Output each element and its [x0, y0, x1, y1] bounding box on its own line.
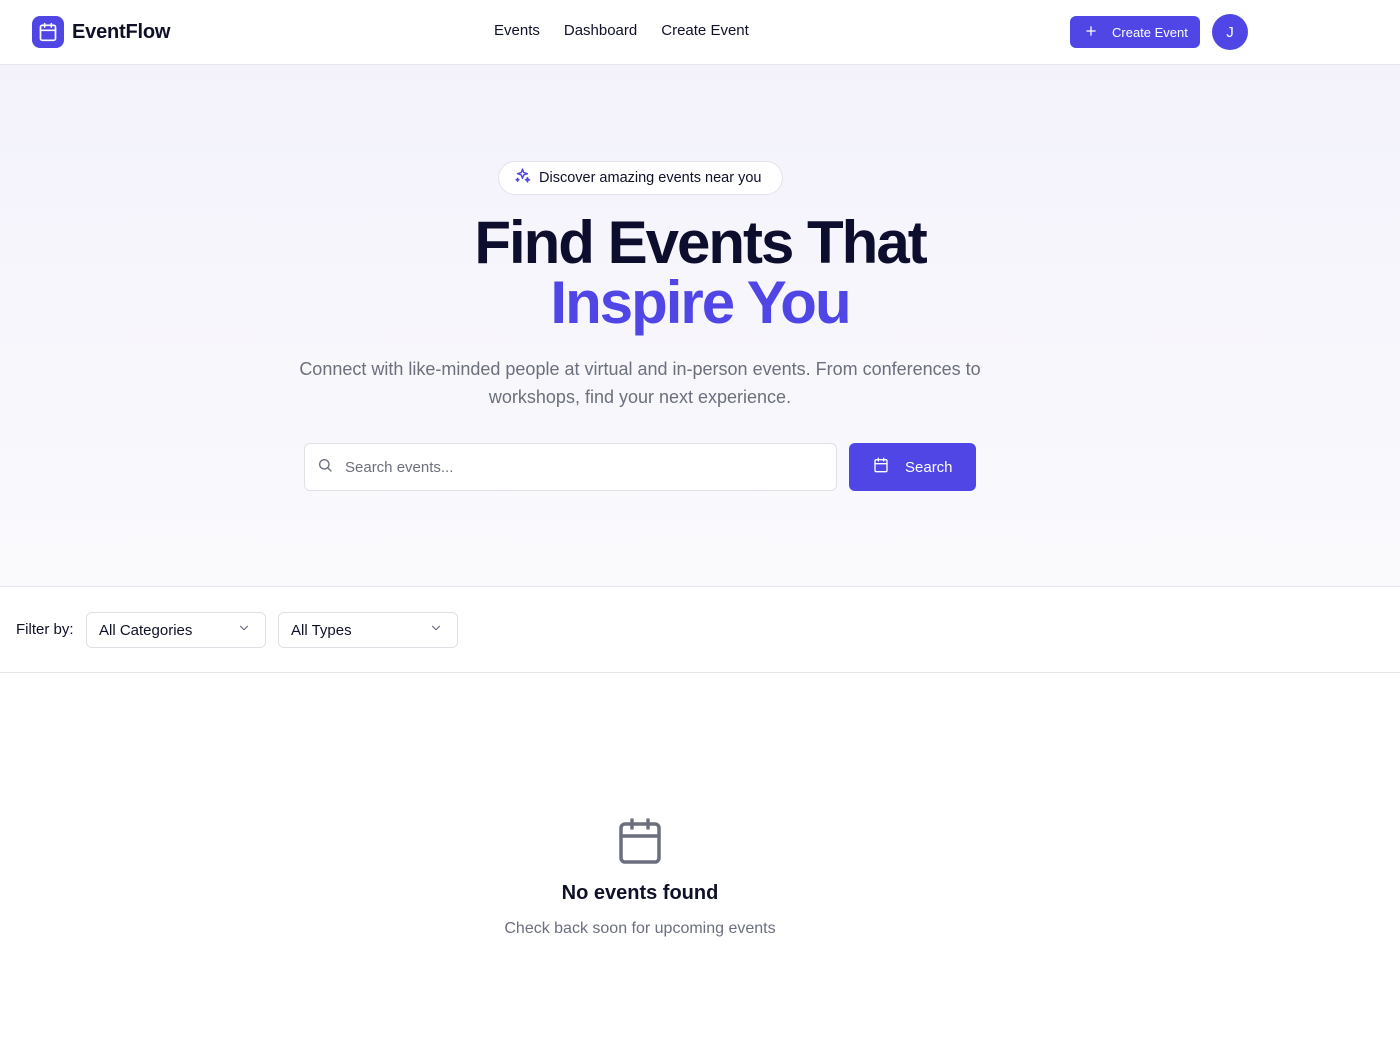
- create-event-button-label: Create Event: [1112, 24, 1188, 40]
- brand-name: EventFlow: [72, 20, 171, 43]
- hero-badge-text: Discover amazing events near you: [539, 170, 762, 186]
- category-select[interactable]: All Categories: [86, 612, 266, 648]
- type-select-value: All Types: [291, 621, 352, 639]
- calendar-icon: [618, 818, 662, 864]
- type-select[interactable]: All Types: [278, 612, 458, 648]
- empty-state-title: No events found: [561, 882, 719, 904]
- hero-section: Discover amazing events near you Find Ev…: [0, 65, 1400, 587]
- filter-bar: Filter by: All Categories All Types: [0, 588, 1400, 673]
- search-button-label: Search: [905, 458, 953, 476]
- search-icon: [317, 457, 333, 478]
- hero-title-line-2: Inspire You: [550, 269, 851, 336]
- search-field: [304, 443, 837, 491]
- top-navbar: EventFlow Events Dashboard Create Event …: [0, 0, 1400, 65]
- calendar-icon: [32, 16, 64, 48]
- search-input[interactable]: [345, 458, 805, 476]
- create-event-button[interactable]: Create Event: [1070, 16, 1200, 48]
- nav-link-dashboard[interactable]: Dashboard: [564, 22, 637, 39]
- hero-title-line-1: Find Events That: [474, 209, 927, 276]
- filter-label: Filter by:: [16, 621, 74, 638]
- sparkles-icon: [514, 167, 531, 189]
- hero-subtitle: Connect with like-minded people at virtu…: [299, 359, 981, 407]
- empty-state-subtitle: Check back soon for upcoming events: [504, 920, 776, 937]
- chevron-down-icon: [429, 621, 443, 639]
- nav-link-create-event[interactable]: Create Event: [661, 22, 749, 39]
- category-select-value: All Categories: [99, 621, 193, 639]
- chevron-down-icon: [237, 621, 251, 639]
- hero-badge: Discover amazing events near you: [498, 161, 783, 195]
- nav-link-events[interactable]: Events: [494, 22, 540, 39]
- search-button[interactable]: Search: [849, 443, 976, 491]
- brand[interactable]: EventFlow: [32, 16, 170, 48]
- calendar-icon: [873, 457, 889, 477]
- user-avatar[interactable]: J: [1212, 14, 1248, 50]
- main-nav: Events Dashboard Create Event: [494, 22, 749, 39]
- plus-icon: [1084, 24, 1098, 41]
